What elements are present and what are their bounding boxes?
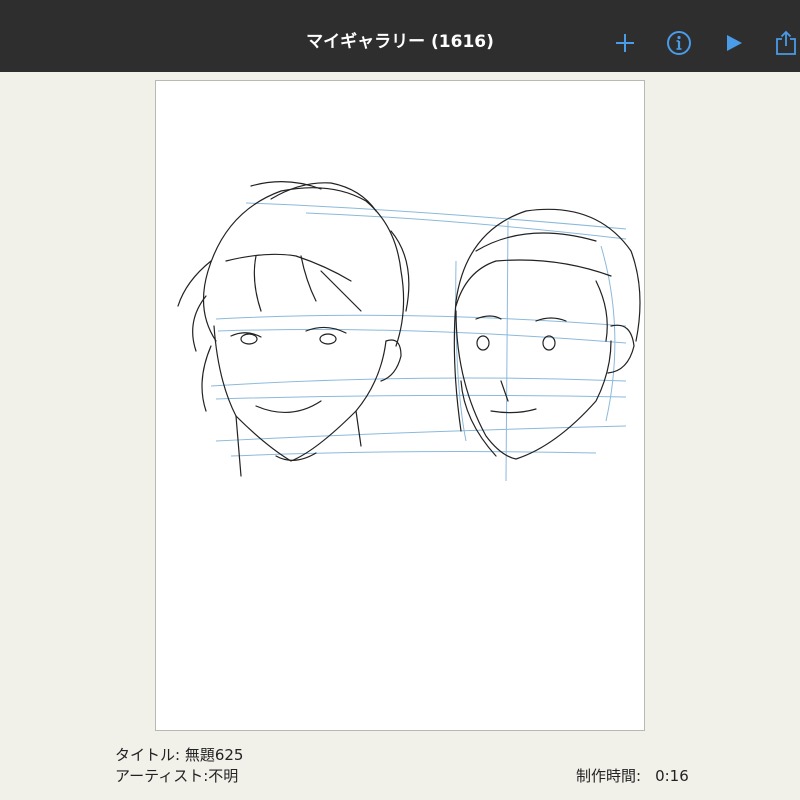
title-label: タイトル: — [115, 746, 181, 764]
play-icon — [727, 35, 742, 51]
sketch-drawing — [177, 181, 641, 482]
share-icon — [776, 30, 796, 55]
navigation-bar: マイギャラリー (1616) — [0, 0, 800, 72]
info-icon — [667, 31, 691, 55]
creation-time-row: 制作時間: 0:16 — [576, 765, 689, 786]
add-icon — [616, 34, 634, 52]
artwork-canvas[interactable] — [155, 80, 645, 731]
title-value: 無題625 — [184, 746, 244, 764]
time-label: 制作時間: — [576, 767, 642, 785]
add-button[interactable] — [610, 28, 640, 58]
time-value: 0:16 — [655, 767, 689, 785]
info-button[interactable] — [664, 28, 694, 58]
artwork-artist-row: アーティスト:不明 — [115, 765, 238, 786]
artwork-title-row: タイトル: 無題625 — [115, 744, 243, 765]
artist-label: アーティスト: — [115, 767, 209, 785]
artist-value: 不明 — [208, 767, 239, 785]
play-button[interactable] — [719, 28, 749, 58]
share-button[interactable] — [771, 28, 800, 58]
